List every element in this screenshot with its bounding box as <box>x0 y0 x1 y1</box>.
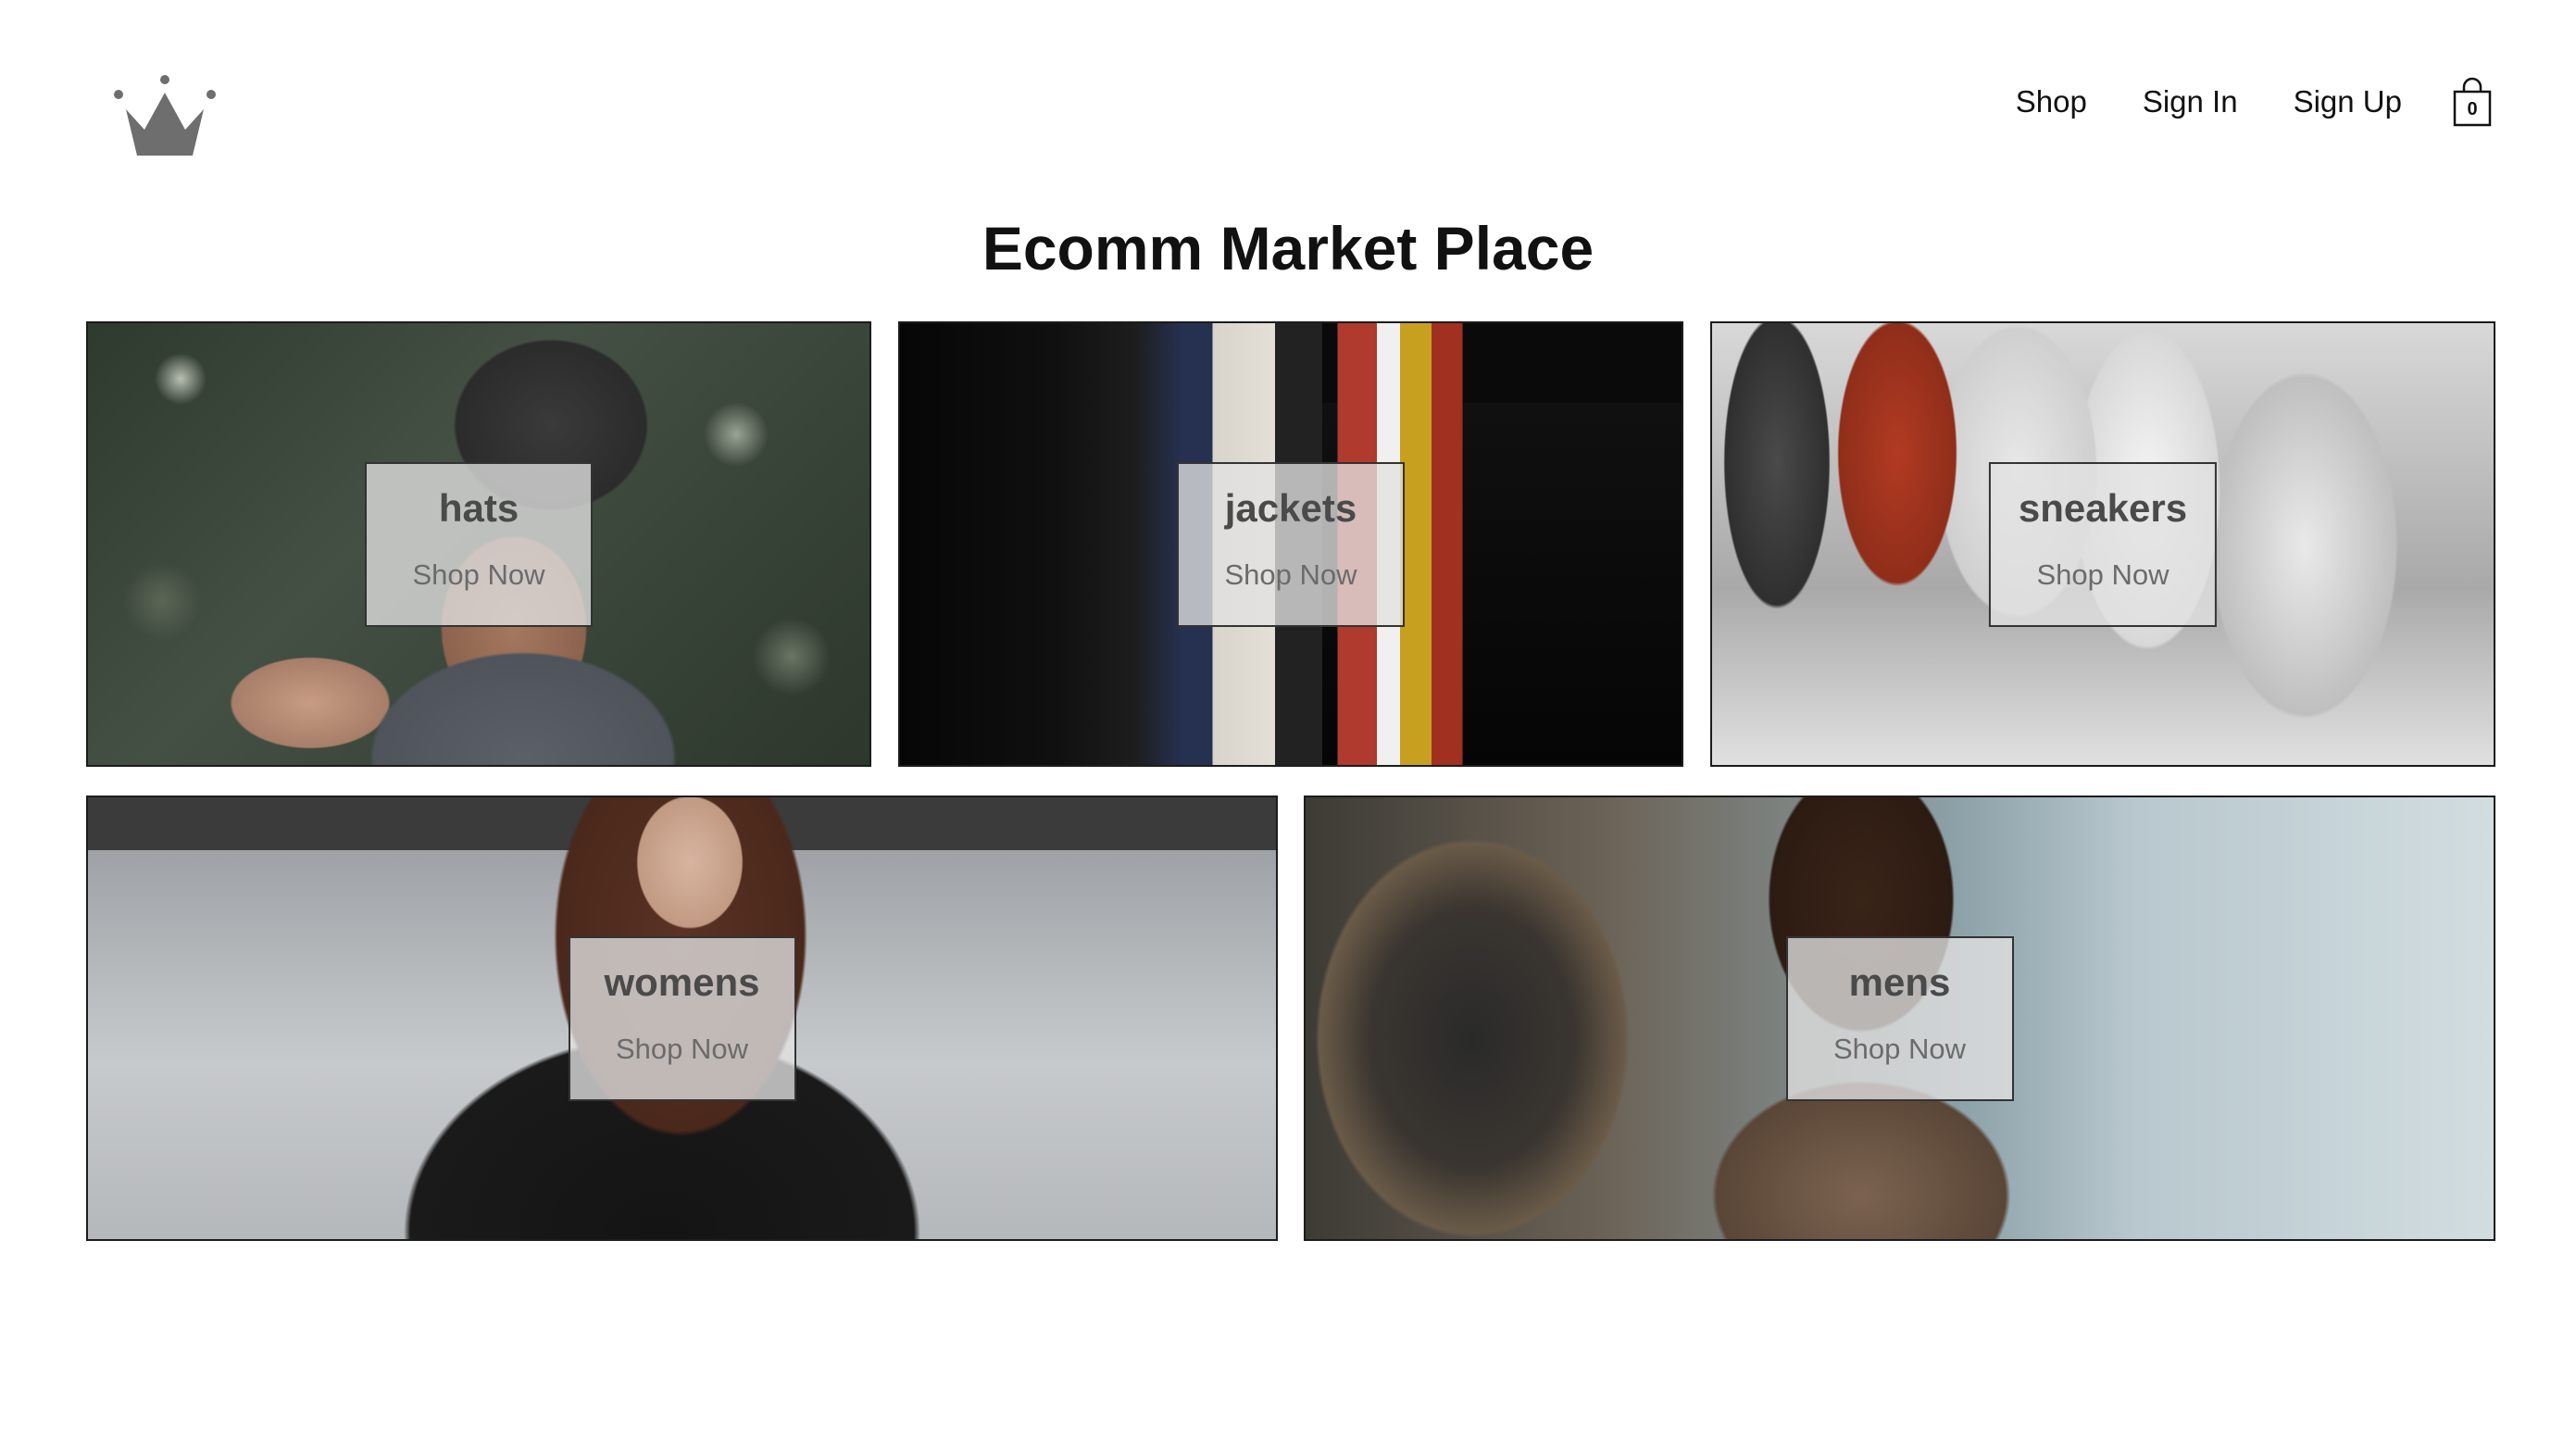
category-tile-jackets[interactable]: jackets Shop Now <box>898 321 1683 767</box>
category-tile-womens[interactable]: womens Shop Now <box>86 796 1278 1241</box>
category-overlay[interactable]: womens Shop Now <box>568 935 796 1101</box>
shop-now-link[interactable]: Shop Now <box>2019 555 2187 595</box>
category-name: womens <box>604 959 760 1004</box>
cart-button[interactable]: 0 <box>2452 77 2493 127</box>
category-name: jackets <box>1224 485 1357 530</box>
cart-count-badge: 0 <box>2467 99 2478 119</box>
shop-now-link[interactable]: Shop Now <box>1207 555 1375 595</box>
category-name: mens <box>1848 959 1951 1004</box>
category-overlay[interactable]: mens Shop Now <box>1785 935 2014 1101</box>
shop-now-link[interactable]: Shop Now <box>394 555 563 595</box>
category-tile-hats[interactable]: hats Shop Now <box>86 321 871 767</box>
nav-shop-link[interactable]: Shop <box>2016 74 2087 130</box>
main-nav: Shop Sign In Sign Up 0 <box>1960 74 2493 130</box>
page: Shop Sign In Sign Up 0 Ecomm Market Plac… <box>0 0 2576 1441</box>
category-tile-sneakers[interactable]: sneakers Shop Now <box>1710 321 2495 767</box>
category-overlay[interactable]: jackets Shop Now <box>1177 461 1405 627</box>
category-tile-mens[interactable]: mens Shop Now <box>1304 796 2495 1241</box>
category-name: sneakers <box>2018 485 2188 530</box>
category-overlay[interactable]: sneakers Shop Now <box>1988 461 2218 627</box>
nav-sign-up-link[interactable]: Sign Up <box>2294 74 2402 130</box>
page-title: Ecomm Market Place <box>982 214 1594 282</box>
crown-logo-icon[interactable] <box>113 74 217 159</box>
shop-now-link[interactable]: Shop Now <box>598 1029 767 1070</box>
category-overlay[interactable]: hats Shop Now <box>365 461 593 627</box>
shop-now-link[interactable]: Shop Now <box>1816 1029 1984 1070</box>
nav-sign-in-link[interactable]: Sign In <box>2143 74 2238 130</box>
category-name: hats <box>438 485 519 530</box>
